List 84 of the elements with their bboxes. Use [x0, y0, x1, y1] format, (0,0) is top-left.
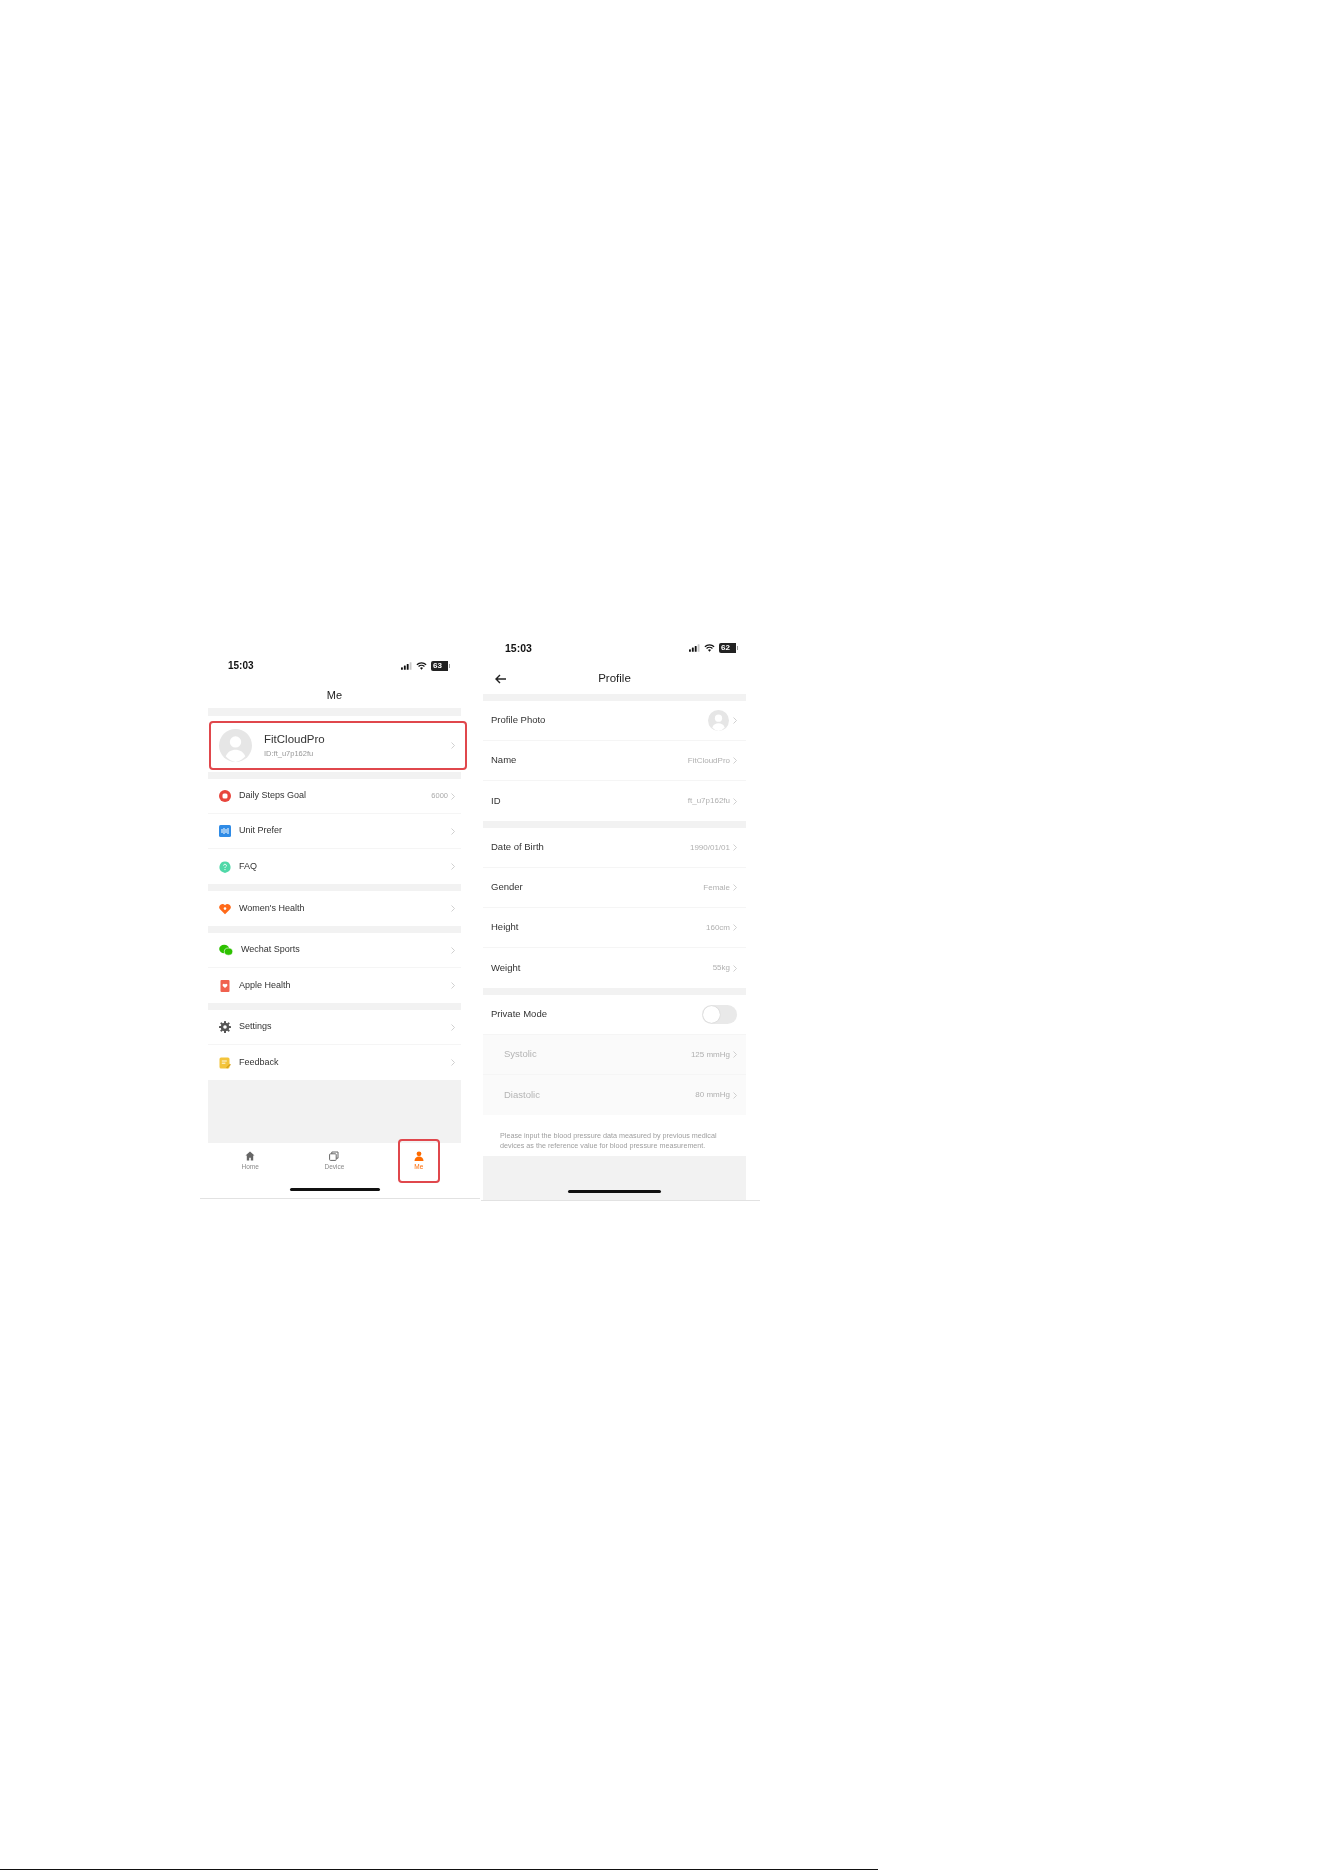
- chevron-icon: [451, 863, 455, 870]
- row-value: 160cm: [706, 921, 730, 934]
- menu-label: Wechat Sports: [241, 943, 301, 957]
- chevron-icon: [451, 792, 455, 800]
- avatar-icon: [219, 729, 252, 762]
- row-label: Diastolic: [504, 1087, 541, 1102]
- menu-label: FAQ: [239, 859, 258, 873]
- chevron-icon: [733, 924, 737, 931]
- chevron-icon: [733, 757, 737, 764]
- chevron-icon: [733, 884, 737, 891]
- question-bubble-icon: [219, 860, 231, 873]
- battery-indicator: 63: [431, 661, 450, 671]
- person-icon: [413, 1151, 424, 1161]
- row-label: Weight: [491, 960, 522, 975]
- profile-row[interactable]: Date of Birth 1990/01/01: [483, 828, 746, 868]
- target-icon: [219, 790, 231, 802]
- status-time: 15:03: [228, 661, 254, 671]
- chevron-icon: [451, 982, 455, 989]
- signal-icon: [689, 644, 700, 652]
- menu-label: Settings: [239, 1020, 273, 1034]
- menu-item[interactable]: Apple Health: [208, 968, 461, 1003]
- chevron-icon: [733, 964, 737, 972]
- profile-row[interactable]: ID ft_u7p162fu: [483, 781, 746, 821]
- row-label: Profile Photo: [491, 713, 547, 728]
- menu-item[interactable]: Women's Health: [208, 891, 461, 926]
- chevron-icon: [451, 1023, 455, 1031]
- row-value: 1990/01/01: [689, 841, 730, 854]
- signal-icon: [401, 662, 412, 670]
- toggle-switch[interactable]: [702, 1005, 737, 1024]
- home-icon: [245, 1151, 256, 1161]
- back-arrow-icon[interactable]: [495, 673, 507, 684]
- settings-icon: [219, 1021, 231, 1033]
- chevron-icon: [733, 717, 737, 724]
- row-label: Date of Birth: [491, 840, 545, 855]
- battery-indicator: 62: [719, 643, 738, 653]
- row-label: Systolic: [504, 1047, 538, 1062]
- screen-title: Me: [326, 687, 343, 703]
- row-label: Private Mode: [491, 1007, 548, 1022]
- chevron-icon: [451, 1059, 455, 1066]
- row-label: ID: [491, 793, 502, 808]
- status-time: 15:03: [505, 642, 532, 654]
- note-pencil-icon: [219, 1056, 231, 1069]
- row-label: Gender: [491, 880, 524, 895]
- wifi-icon: [416, 662, 427, 670]
- menu-label: Daily Steps Goal: [239, 789, 308, 803]
- row-label: Name: [491, 753, 518, 768]
- menu-label: Women's Health: [239, 901, 306, 915]
- menu-label: Unit Prefer: [239, 824, 283, 838]
- chat-bubbles-icon: [219, 944, 233, 956]
- row-label: Height: [491, 920, 520, 935]
- profile-row[interactable]: Weight 55kg: [483, 948, 746, 988]
- profile-row[interactable]: Height 160cm: [483, 908, 746, 948]
- chevron-icon: [451, 827, 455, 835]
- row-value: FitCloudPro: [687, 754, 730, 767]
- row-value: Female: [703, 881, 730, 894]
- chevron-icon: [451, 905, 455, 912]
- menu-item[interactable]: Wechat Sports: [208, 933, 461, 968]
- screen-title: Profile: [598, 670, 631, 686]
- menu-item[interactable]: Feedback: [208, 1045, 461, 1080]
- user-name: FitCloudPro: [264, 732, 326, 747]
- menu-item[interactable]: Settings: [208, 1010, 461, 1045]
- chevron-icon: [733, 1051, 737, 1058]
- menu-item[interactable]: Unit Prefer: [208, 814, 461, 849]
- menu-item[interactable]: FAQ: [208, 849, 461, 884]
- stacked-squares-icon: [329, 1151, 340, 1161]
- profile-row[interactable]: Name FitCloudPro: [483, 741, 746, 781]
- profile-row[interactable]: Profile Photo: [483, 701, 746, 741]
- chevron-icon: [733, 1091, 737, 1099]
- chevron-icon: [733, 844, 737, 851]
- row-value: 125 mmHg: [690, 1048, 730, 1061]
- bars-tile-icon: [219, 825, 231, 837]
- chevron-icon: [451, 742, 455, 749]
- menu-label: Feedback: [239, 1055, 280, 1069]
- row-value: ft_u7p162fu: [687, 795, 730, 807]
- heart-icon: [219, 902, 231, 915]
- profile-row[interactable]: Gender Female: [483, 868, 746, 908]
- row-value: 55kg: [712, 962, 730, 974]
- chevron-icon: [733, 797, 737, 805]
- menu-label: Apple Health: [239, 978, 292, 992]
- heart-card-icon: [219, 979, 231, 992]
- row-value: 80 mmHg: [695, 1089, 730, 1101]
- wifi-icon: [704, 644, 715, 652]
- chevron-icon: [451, 946, 455, 954]
- avatar-icon: [708, 710, 729, 731]
